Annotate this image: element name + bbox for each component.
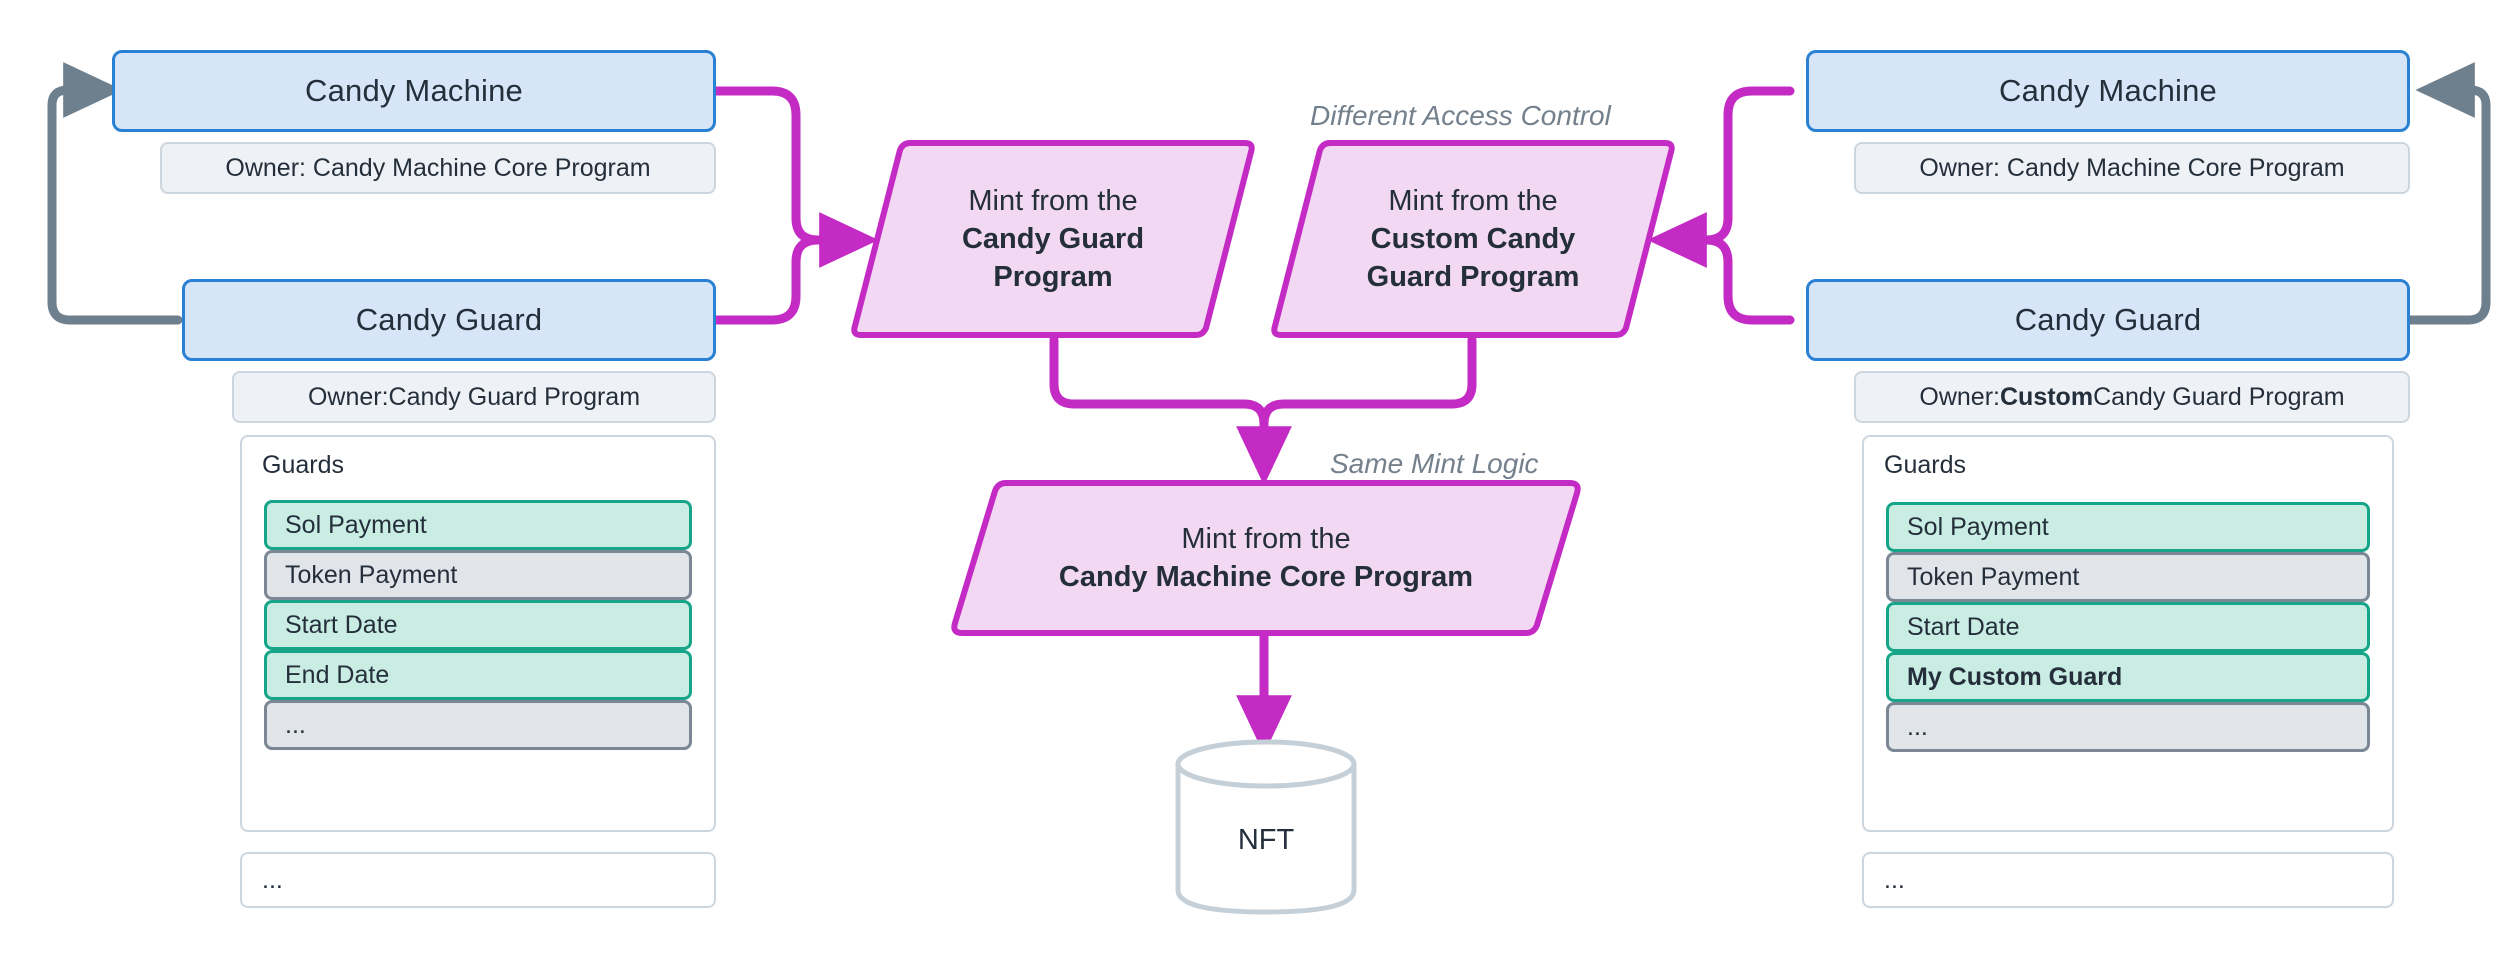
left-guard-label-4: ... [285, 710, 306, 739]
mint-from-core-program-shape[interactable]: Mint from the Candy Machine Core Program [948, 478, 1584, 638]
right-guard-item-3[interactable]: My Custom Guard [1886, 652, 2370, 702]
right-candy-guard-title[interactable]: Candy Guard [1806, 279, 2410, 361]
left-guard-item-3[interactable]: End Date [264, 650, 692, 700]
right-owner-prefix: Owner: [1919, 382, 2000, 411]
right-guards-label: Guards [1884, 451, 1966, 479]
right-candy-guard-footer: ... [1862, 852, 2394, 908]
right-candy-guard-owner: Owner: Custom Candy Guard Program [1854, 371, 2410, 423]
mint-from-candy-guard-program-shape[interactable]: Mint from the Candy Guard Program [848, 138, 1258, 340]
right-guard-label-1: Token Payment [1907, 562, 2080, 591]
right-guard-label-3: My Custom Guard [1907, 662, 2123, 691]
right-guard-item-2[interactable]: Start Date [1886, 602, 2370, 652]
left-guard-item-0[interactable]: Sol Payment [264, 500, 692, 550]
right-owner-bold: Custom [2000, 382, 2094, 411]
mint-ccg-line1: Mint from the [1388, 184, 1558, 217]
left-candy-machine-title[interactable]: Candy Machine [112, 50, 716, 132]
left-guards-label: Guards [262, 451, 344, 479]
mint-core-line1: Mint from the [1181, 522, 1351, 555]
wire-right-to-custom-candy-guard-program [1647, 86, 1795, 325]
mint-cg-line1: Mint from the [968, 184, 1138, 217]
mint-core-line2: Candy Machine Core Program [1058, 561, 1474, 593]
right-guard-item-0[interactable]: Sol Payment [1886, 502, 2370, 552]
wire-left-to-candy-guard-program [711, 86, 879, 325]
left-guard-label-3: End Date [285, 660, 390, 689]
right-guard-label-4: ... [1907, 712, 1928, 741]
right-guard-label-2: Start Date [1907, 612, 2020, 641]
right-guard-item-4[interactable]: ... [1886, 702, 2370, 752]
mint-cg-line3: Program [993, 261, 1113, 294]
nft-label: NFT [1237, 824, 1295, 856]
mint-ccg-line3: Guard Program [1366, 261, 1580, 294]
left-candy-guard-footer: ... [240, 852, 716, 908]
right-candy-machine-title[interactable]: Candy Machine [1806, 50, 2410, 132]
left-guard-label-0: Sol Payment [285, 510, 427, 539]
note-same-mint-logic: Same Mint Logic [1330, 448, 1539, 479]
left-guard-item-2[interactable]: Start Date [264, 600, 692, 650]
left-candy-machine-owner: Owner: Candy Machine Core Program [160, 142, 716, 194]
left-guard-item-1[interactable]: Token Payment [264, 550, 692, 600]
wire-programs-to-core [1049, 335, 1477, 486]
note-different-access-control: Different Access Control [1310, 100, 1611, 131]
wire-right-guard-to-machine [2403, 62, 2491, 325]
right-owner-suffix: Candy Guard Program [2093, 382, 2345, 411]
right-guard-label-0: Sol Payment [1907, 512, 2049, 541]
left-owner-suffix: Candy Guard Program [388, 382, 641, 411]
mint-ccg-line2: Custom Candy [1370, 222, 1576, 255]
right-candy-machine-owner: Owner: Candy Machine Core Program [1854, 142, 2410, 194]
right-guard-item-1[interactable]: Token Payment [1886, 552, 2370, 602]
left-guard-item-4[interactable]: ... [264, 700, 692, 750]
left-guard-label-2: Start Date [285, 610, 398, 639]
mint-from-custom-candy-guard-program-shape[interactable]: Mint from the Custom Candy Guard Program [1268, 138, 1678, 340]
left-owner-prefix: Owner: [307, 382, 389, 411]
diagram-canvas: Candy Machine Owner: Candy Machine Core … [0, 0, 2520, 960]
mint-cg-line2: Candy Guard [961, 222, 1145, 255]
left-guard-label-1: Token Payment [285, 560, 458, 589]
nft-cylinder[interactable]: NFT [1174, 738, 1358, 916]
left-candy-guard-owner: Owner: Candy Guard Program [232, 371, 716, 423]
left-candy-guard-title[interactable]: Candy Guard [182, 279, 716, 361]
